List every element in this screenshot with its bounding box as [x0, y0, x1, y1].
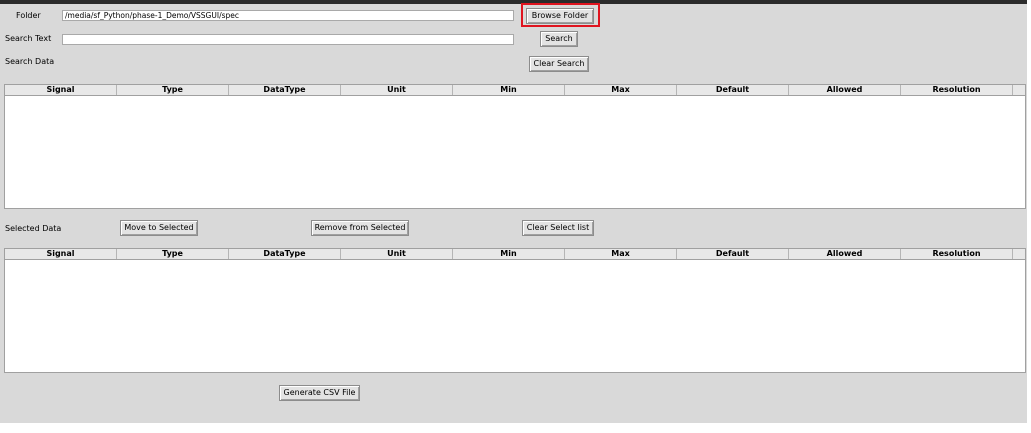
column-header-unit[interactable]: Unit [341, 249, 453, 259]
search-text-input[interactable] [62, 34, 514, 45]
column-header-unit[interactable]: Unit [341, 85, 453, 95]
remove-from-selected-button[interactable]: Remove from Selected [311, 220, 409, 236]
column-header-default[interactable]: Default [677, 85, 789, 95]
app-window: Folder /media/sf_Python/phase-1_Demo/VSS… [0, 0, 1027, 423]
column-header-signal[interactable]: Signal [5, 249, 117, 259]
selected-data-label: Selected Data [5, 224, 62, 233]
clear-search-button[interactable]: Clear Search [529, 56, 589, 72]
column-header-max[interactable]: Max [565, 249, 677, 259]
column-header-allowed[interactable]: Allowed [789, 249, 901, 259]
column-header-signal[interactable]: Signal [5, 85, 117, 95]
column-header-resolution[interactable]: Resolution [901, 249, 1013, 259]
folder-path-input[interactable]: /media/sf_Python/phase-1_Demo/VSSGUI/spe… [62, 10, 514, 21]
folder-label: Folder [16, 11, 41, 20]
column-header-resolution[interactable]: Resolution [901, 85, 1013, 95]
selected-data-table-header: Signal Type DataType Unit Min Max Defaul… [5, 249, 1025, 260]
column-header-min[interactable]: Min [453, 249, 565, 259]
column-header-min[interactable]: Min [453, 85, 565, 95]
column-header-filler [1013, 249, 1025, 259]
column-header-datatype[interactable]: DataType [229, 249, 341, 259]
search-data-label: Search Data [5, 57, 55, 66]
search-button[interactable]: Search [540, 31, 578, 47]
move-to-selected-button[interactable]: Move to Selected [120, 220, 198, 236]
selected-data-table-body[interactable] [5, 260, 1025, 372]
clear-select-list-button[interactable]: Clear Select list [522, 220, 594, 236]
search-data-table-header: Signal Type DataType Unit Min Max Defaul… [5, 85, 1025, 96]
column-header-max[interactable]: Max [565, 85, 677, 95]
column-header-type[interactable]: Type [117, 85, 229, 95]
column-header-default[interactable]: Default [677, 249, 789, 259]
column-header-allowed[interactable]: Allowed [789, 85, 901, 95]
generate-csv-button[interactable]: Generate CSV File [279, 385, 360, 401]
search-data-table-body[interactable] [5, 96, 1025, 208]
column-header-type[interactable]: Type [117, 249, 229, 259]
browse-folder-button[interactable]: Browse Folder [526, 8, 594, 24]
search-data-table[interactable]: Signal Type DataType Unit Min Max Defaul… [4, 84, 1026, 209]
search-text-label: Search Text [5, 34, 52, 43]
column-header-filler [1013, 85, 1025, 95]
column-header-datatype[interactable]: DataType [229, 85, 341, 95]
selected-data-table[interactable]: Signal Type DataType Unit Min Max Defaul… [4, 248, 1026, 373]
